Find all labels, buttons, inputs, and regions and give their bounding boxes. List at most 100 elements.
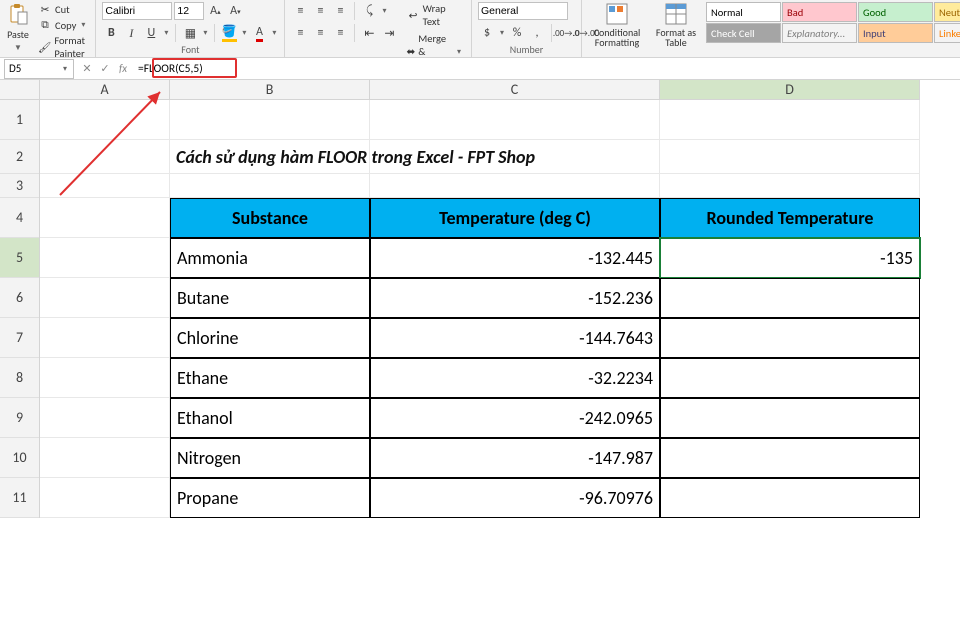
cell-b6[interactable]: Butane <box>170 278 370 318</box>
cell-d10[interactable] <box>660 438 920 478</box>
style-input[interactable]: Input <box>858 23 933 43</box>
italic-button[interactable]: I <box>122 24 140 42</box>
cell-d2[interactable] <box>660 140 920 174</box>
cell-d4[interactable]: Rounded Temperature <box>660 198 920 238</box>
cell-d3[interactable] <box>660 174 920 198</box>
font-size-select[interactable] <box>174 2 204 20</box>
cell-b3[interactable] <box>170 174 370 198</box>
cell-b7[interactable]: Chlorine <box>170 318 370 358</box>
bold-button[interactable]: B <box>102 24 120 42</box>
cell-d8[interactable] <box>660 358 920 398</box>
copy-button[interactable]: ⧉ Copy ▾ <box>36 18 89 32</box>
cell-d1[interactable] <box>660 100 920 140</box>
decrease-indent-button[interactable]: ⇤ <box>360 24 378 42</box>
cell-b2[interactable]: Cách sử dụng hàm FLOOR trong Excel - FPT… <box>170 140 370 174</box>
row-header-6[interactable]: 6 <box>0 278 39 318</box>
name-box[interactable]: D5▾ <box>4 59 74 79</box>
decrease-font-button[interactable]: A▾ <box>226 2 244 20</box>
format-as-table-button[interactable]: Format as Table <box>652 2 700 48</box>
comma-button[interactable]: , <box>528 24 546 42</box>
cell-d9[interactable] <box>660 398 920 438</box>
cell-c8[interactable]: -32.2234 <box>370 358 660 398</box>
align-bottom-button[interactable]: ≡ <box>331 2 349 20</box>
paste-button[interactable]: Paste ▼ <box>6 2 30 53</box>
increase-font-button[interactable]: A▴ <box>206 2 224 20</box>
cell-a4[interactable] <box>40 198 170 238</box>
font-color-button[interactable]: A <box>250 24 268 42</box>
cell-d6[interactable] <box>660 278 920 318</box>
row-header-1[interactable]: 1 <box>0 100 39 140</box>
cell-b4[interactable]: Substance <box>170 198 370 238</box>
cell-a8[interactable] <box>40 358 170 398</box>
increase-indent-button[interactable]: ⇥ <box>380 24 398 42</box>
cell-a9[interactable] <box>40 398 170 438</box>
cell-d5[interactable]: -135 <box>660 238 920 278</box>
format-painter-button[interactable]: 🖌 Format Painter <box>36 34 89 60</box>
style-check-cell[interactable]: Check Cell <box>706 23 781 43</box>
borders-button[interactable]: ▦ <box>181 24 199 42</box>
cell-a1[interactable] <box>40 100 170 140</box>
cell-a2[interactable] <box>40 140 170 174</box>
align-top-button[interactable]: ≡ <box>291 2 309 20</box>
row-header-4[interactable]: 4 <box>0 198 39 238</box>
style-linked[interactable]: Linked <box>934 23 960 43</box>
col-header-d[interactable]: D <box>660 80 920 100</box>
orientation-button[interactable]: ⤹ <box>360 2 378 20</box>
align-center-button[interactable]: ≡ <box>311 24 329 42</box>
row-header-7[interactable]: 7 <box>0 318 39 358</box>
cell-c5[interactable]: -132.445 <box>370 238 660 278</box>
row-header-9[interactable]: 9 <box>0 398 39 438</box>
cell-c4[interactable]: Temperature (deg C) <box>370 198 660 238</box>
style-bad[interactable]: Bad <box>782 2 857 22</box>
accounting-button[interactable]: $ <box>478 24 496 42</box>
col-header-b[interactable]: B <box>170 80 370 100</box>
cell-b8[interactable]: Ethane <box>170 358 370 398</box>
row-header-5[interactable]: 5 <box>0 238 39 278</box>
align-right-button[interactable]: ≡ <box>331 24 349 42</box>
cell-c1[interactable] <box>370 100 660 140</box>
cell-styles-gallery[interactable]: Normal Bad Good Neutral Check Cell Expla… <box>706 2 960 43</box>
enter-formula-button[interactable]: ✓ <box>96 59 114 79</box>
cell-a7[interactable] <box>40 318 170 358</box>
percent-button[interactable]: % <box>508 24 526 42</box>
cell-a6[interactable] <box>40 278 170 318</box>
cell-c2[interactable] <box>370 140 660 174</box>
fx-icon[interactable]: fx <box>114 59 132 79</box>
col-header-c[interactable]: C <box>370 80 660 100</box>
cell-d11[interactable] <box>660 478 920 518</box>
row-header-2[interactable]: 2 <box>0 140 39 174</box>
font-name-select[interactable] <box>102 2 172 20</box>
align-middle-button[interactable]: ≡ <box>311 2 329 20</box>
style-neutral[interactable]: Neutral <box>934 2 960 22</box>
cell-b10[interactable]: Nitrogen <box>170 438 370 478</box>
style-normal[interactable]: Normal <box>706 2 781 22</box>
cell-d7[interactable] <box>660 318 920 358</box>
cell-c3[interactable] <box>370 174 660 198</box>
cell-c7[interactable]: -144.7643 <box>370 318 660 358</box>
row-header-8[interactable]: 8 <box>0 358 39 398</box>
row-header-3[interactable]: 3 <box>0 174 39 198</box>
cell-a11[interactable] <box>40 478 170 518</box>
style-good[interactable]: Good <box>858 2 933 22</box>
cancel-formula-button[interactable]: ✕ <box>78 59 96 79</box>
row-header-10[interactable]: 10 <box>0 438 39 478</box>
cell-b11[interactable]: Propane <box>170 478 370 518</box>
row-header-11[interactable]: 11 <box>0 478 39 518</box>
cell-b9[interactable]: Ethanol <box>170 398 370 438</box>
col-header-a[interactable]: A <box>40 80 170 100</box>
cell-a5[interactable] <box>40 238 170 278</box>
cell-b5[interactable]: Ammonia <box>170 238 370 278</box>
cell-c9[interactable]: -242.0965 <box>370 398 660 438</box>
underline-button[interactable]: U <box>142 24 160 42</box>
style-explanatory[interactable]: Explanatory... <box>782 23 857 43</box>
cell-a3[interactable] <box>40 174 170 198</box>
fill-color-button[interactable]: 🪣 <box>220 24 238 42</box>
number-format-select[interactable] <box>478 2 568 20</box>
select-all-corner[interactable] <box>0 80 40 100</box>
conditional-formatting-button[interactable]: Conditional Formatting <box>588 2 646 48</box>
align-left-button[interactable]: ≡ <box>291 24 309 42</box>
cell-c11[interactable]: -96.70976 <box>370 478 660 518</box>
formula-input[interactable] <box>132 59 960 79</box>
cell-b1[interactable] <box>170 100 370 140</box>
cut-button[interactable]: ✂ Cut <box>36 2 89 16</box>
